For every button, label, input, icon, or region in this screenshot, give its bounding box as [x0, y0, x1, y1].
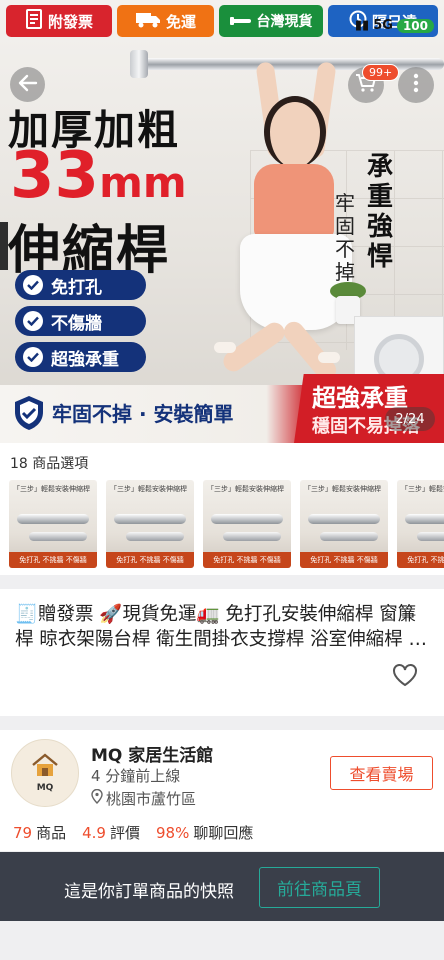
arrow-left-icon: [18, 74, 38, 96]
thumb-footer: 免打孔 不挑牆 不傷牆: [9, 552, 97, 568]
heart-icon: [392, 664, 418, 691]
badge-taiwan-stock: 台灣現貨: [219, 5, 323, 37]
like-button[interactable]: [392, 663, 418, 687]
view-shop-button[interactable]: 查看賣場: [330, 756, 433, 790]
carousel-prev-edge[interactable]: [0, 222, 8, 270]
snapshot-notice: 這是你訂單商品的快照: [64, 882, 234, 902]
thumb-caption: 「三步」輕鬆安裝伸縮桿: [207, 485, 284, 493]
thumb-rod-2: [417, 532, 444, 541]
check-icon: [23, 311, 43, 331]
receipt-icon: [25, 9, 43, 33]
thumb-rod: [114, 514, 186, 524]
options-thumbnails: 「三步」輕鬆安裝伸縮桿 免打孔 不挑牆 不傷牆 「三步」輕鬆安裝伸縮桿 免打孔 不挑牆…: [9, 480, 444, 568]
badge-invoice: 附發票: [6, 5, 112, 37]
model-head: [264, 96, 326, 168]
option-thumbnail[interactable]: 「三步」輕鬆安裝伸縮桿免打孔 不挑牆 不傷牆: [397, 480, 444, 568]
feature-no-wall-damage: 不傷牆: [15, 306, 146, 336]
more-vertical-icon: [413, 73, 419, 97]
stat-chat-response: 98% 聊聊回應: [155, 824, 254, 842]
product-options-section: 18 商品選項 「三步」輕鬆安裝伸縮桿 免打孔 不挑牆 不傷牆 「三步」輕鬆安裝伸縮…: [0, 443, 444, 575]
thumb-rod-2: [320, 532, 378, 541]
badge-free-shipping: 免運: [117, 5, 214, 37]
stat-products: 79 商品: [13, 824, 67, 842]
more-options-button[interactable]: [398, 67, 434, 103]
thumb-rod-2: [29, 532, 87, 541]
thumb-rod: [405, 514, 444, 524]
model-shoe-left: [214, 342, 236, 353]
model-top: [254, 164, 334, 238]
option-thumbnail[interactable]: 「三步」輕鬆安裝伸縮桿免打孔 不挑牆 不傷牆: [203, 480, 291, 568]
thumb-footer: 免打孔 不挑牆 不傷牆: [397, 552, 444, 568]
thumb-footer: 免打孔 不挑牆 不傷牆: [106, 552, 194, 568]
shop-avatar[interactable]: MQ: [11, 739, 79, 807]
thumb-caption: 「三步」輕鬆安裝伸縮桿: [13, 485, 90, 493]
cart-count-badge: 99+: [362, 64, 400, 81]
thumb-caption: 「三步」輕鬆安裝伸縮桿: [304, 485, 381, 493]
rod-icon: [229, 12, 252, 30]
battery-level: 100: [396, 18, 434, 33]
thumb-caption: 「三步」輕鬆安裝伸縮桿: [401, 485, 444, 493]
thumb-footer: 免打孔 不挑牆 不傷牆: [203, 552, 291, 568]
vertical-tagline-bold: 承重強悍: [366, 152, 393, 272]
thumb-rod-2: [223, 532, 281, 541]
shop-location: 桃園市蘆竹區: [91, 788, 196, 809]
vertical-tagline-light: 牢固不掉: [335, 191, 355, 284]
go-to-product-button[interactable]: 前往商品頁: [259, 867, 380, 908]
thumb-caption: 「三步」輕鬆安裝伸縮桿: [110, 485, 187, 493]
shop-name[interactable]: MQ 家居生活館: [91, 741, 213, 766]
stat-rating: 4.9 評價: [82, 824, 140, 842]
truck-icon: [135, 10, 161, 32]
product-image-carousel[interactable]: 附發票 免運 台灣現貨 隔日達 ▮▮ 5G 100 99+ 加厚加粗 33mm …: [0, 0, 444, 443]
banner-left-text: 牢固不掉 · 安裝簡單: [52, 402, 234, 426]
option-thumbnail[interactable]: 「三步」輕鬆安裝伸縮桿免打孔 不挑牆 不傷牆: [106, 480, 194, 568]
shop-online-status: 4 分鐘前上線: [91, 767, 181, 785]
option-thumbnail[interactable]: 「三步」輕鬆安裝伸縮桿免打孔 不挑牆 不傷牆: [9, 480, 97, 568]
tension-rod-image: [140, 58, 444, 70]
thumb-rod: [308, 514, 380, 524]
image-counter: 2/24: [385, 407, 435, 431]
feature-strong-load: 超強承重: [15, 342, 146, 372]
house-icon: [30, 753, 60, 781]
shop-info-section: MQ MQ 家居生活館 4 分鐘前上線 桃園市蘆竹區 查看賣場 79 商品 4.9…: [0, 730, 444, 851]
check-icon: [23, 275, 43, 295]
thumb-rod: [17, 514, 89, 524]
rod-end-cap: [130, 50, 148, 78]
feature-no-drill: 免打孔: [15, 270, 146, 300]
product-snapshot-page: 附發票 免運 台灣現貨 隔日達 ▮▮ 5G 100 99+ 加厚加粗 33mm …: [0, 0, 444, 960]
check-icon: [23, 347, 43, 367]
thumb-rod-2: [126, 532, 184, 541]
option-thumbnail[interactable]: 「三步」輕鬆安裝伸縮桿免打孔 不挑牆 不傷牆: [300, 480, 388, 568]
order-snapshot-bar: 這是你訂單商品的快照 前往商品頁: [0, 852, 444, 921]
network-type: 5G: [373, 18, 393, 33]
options-count-label: 18 商品選項: [10, 456, 89, 472]
model-shoe-right: [318, 352, 340, 363]
signal-icon: ▮▮: [354, 18, 370, 33]
product-title-section: 🧾贈發票 🚀現貨免運🚛 免打孔安裝伸縮桿 窗簾桿 晾衣架陽台桿 衛生間掛衣支撐桿…: [0, 589, 444, 716]
status-bar: ▮▮ 5G 100: [355, 18, 434, 33]
shop-stats: 79 商品 4.9 評價 98% 聊聊回應: [13, 822, 253, 843]
location-pin-icon: [91, 788, 103, 808]
thumb-footer: 免打孔 不挑牆 不傷牆: [300, 552, 388, 568]
shield-check-icon: [12, 394, 46, 432]
thumb-rod: [211, 514, 283, 524]
product-title: 🧾贈發票 🚀現貨免運🚛 免打孔安裝伸縮桿 窗簾桿 晾衣架陽台桿 衛生間掛衣支撐桿…: [15, 604, 428, 650]
